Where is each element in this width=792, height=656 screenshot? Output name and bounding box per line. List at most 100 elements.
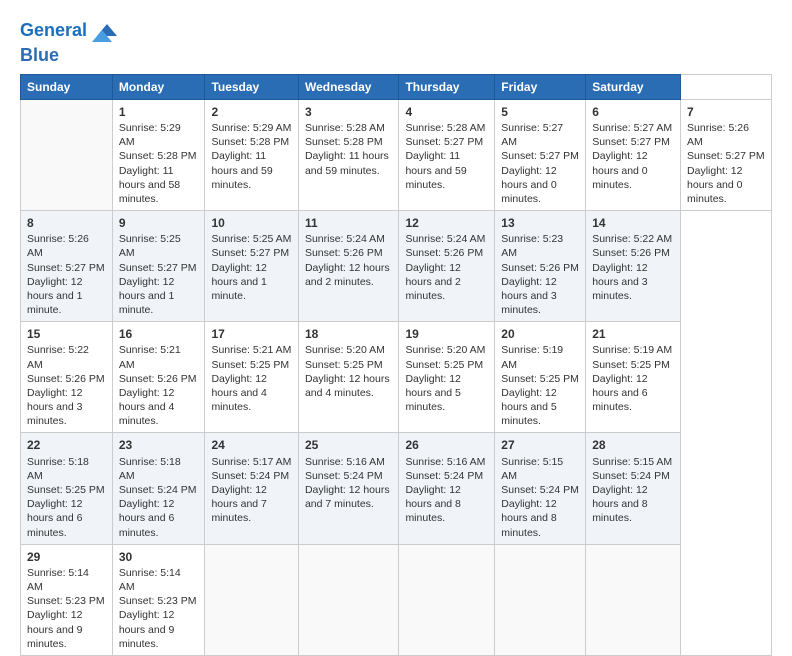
daylight-label: Daylight: 11 hours and 59 minutes. [405, 150, 466, 190]
week-row-5: 29Sunrise: 5:14 AMSunset: 5:23 PMDayligh… [21, 544, 772, 655]
sunrise-label: Sunrise: 5:21 AM [211, 344, 291, 356]
day-number: 5 [501, 104, 579, 120]
day-number: 20 [501, 326, 579, 342]
daylight-label: Daylight: 12 hours and 2 minutes. [405, 262, 460, 302]
daylight-label: Daylight: 12 hours and 6 minutes. [27, 498, 82, 538]
sunrise-label: Sunrise: 5:18 AM [119, 456, 181, 482]
sunrise-label: Sunrise: 5:16 AM [405, 456, 485, 468]
sunrise-label: Sunrise: 5:28 AM [305, 122, 385, 134]
sunrise-label: Sunrise: 5:19 AM [592, 344, 672, 356]
sunrise-label: Sunrise: 5:14 AM [27, 567, 89, 593]
sunset-label: Sunset: 5:26 PM [27, 373, 105, 385]
day-number: 13 [501, 215, 579, 231]
sunrise-label: Sunrise: 5:20 AM [305, 344, 385, 356]
sunset-label: Sunset: 5:24 PM [592, 470, 670, 482]
sunset-label: Sunset: 5:24 PM [305, 470, 383, 482]
col-header-monday: Monday [112, 74, 205, 99]
sunset-label: Sunset: 5:24 PM [119, 484, 197, 496]
calendar-table: SundayMondayTuesdayWednesdayThursdayFrid… [20, 74, 772, 656]
calendar-cell: 1Sunrise: 5:29 AMSunset: 5:28 PMDaylight… [112, 99, 205, 210]
col-header-saturday: Saturday [586, 74, 681, 99]
daylight-label: Daylight: 12 hours and 6 minutes. [119, 498, 174, 538]
sunset-label: Sunset: 5:24 PM [211, 470, 289, 482]
logo-text: General [20, 21, 87, 41]
calendar-cell: 22Sunrise: 5:18 AMSunset: 5:25 PMDayligh… [21, 433, 113, 544]
calendar-cell [21, 99, 113, 210]
week-row-3: 15Sunrise: 5:22 AMSunset: 5:26 PMDayligh… [21, 322, 772, 433]
day-number: 4 [405, 104, 488, 120]
day-number: 16 [119, 326, 199, 342]
day-number: 28 [592, 437, 674, 453]
sunrise-label: Sunrise: 5:18 AM [27, 456, 89, 482]
col-header-friday: Friday [495, 74, 586, 99]
logo-icon [89, 16, 119, 46]
day-number: 7 [687, 104, 765, 120]
page: General Blue SundayMondayTuesdayWednesda… [0, 0, 792, 612]
day-number: 24 [211, 437, 292, 453]
day-number: 29 [27, 549, 106, 565]
day-number: 25 [305, 437, 392, 453]
daylight-label: Daylight: 12 hours and 1 minute. [211, 262, 266, 302]
day-number: 11 [305, 215, 392, 231]
day-number: 18 [305, 326, 392, 342]
calendar-header-row: SundayMondayTuesdayWednesdayThursdayFrid… [21, 74, 772, 99]
sunrise-label: Sunrise: 5:27 AM [592, 122, 672, 134]
sunset-label: Sunset: 5:28 PM [211, 136, 289, 148]
day-number: 1 [119, 104, 199, 120]
calendar-cell: 20Sunrise: 5:19 AMSunset: 5:25 PMDayligh… [495, 322, 586, 433]
daylight-label: Daylight: 12 hours and 0 minutes. [501, 165, 556, 205]
calendar-cell: 13Sunrise: 5:23 AMSunset: 5:26 PMDayligh… [495, 211, 586, 322]
calendar-cell: 3Sunrise: 5:28 AMSunset: 5:28 PMDaylight… [298, 99, 398, 210]
day-number: 3 [305, 104, 392, 120]
calendar-cell: 9Sunrise: 5:25 AMSunset: 5:27 PMDaylight… [112, 211, 205, 322]
sunset-label: Sunset: 5:25 PM [405, 359, 483, 371]
sunrise-label: Sunrise: 5:24 AM [405, 233, 485, 245]
sunrise-label: Sunrise: 5:14 AM [119, 567, 181, 593]
sunrise-label: Sunrise: 5:20 AM [405, 344, 485, 356]
daylight-label: Daylight: 12 hours and 8 minutes. [501, 498, 556, 538]
calendar-cell [399, 544, 495, 655]
sunset-label: Sunset: 5:24 PM [501, 484, 579, 496]
sunset-label: Sunset: 5:23 PM [119, 595, 197, 607]
calendar-cell: 15Sunrise: 5:22 AMSunset: 5:26 PMDayligh… [21, 322, 113, 433]
sunrise-label: Sunrise: 5:23 AM [501, 233, 563, 259]
day-number: 21 [592, 326, 674, 342]
calendar-cell: 26Sunrise: 5:16 AMSunset: 5:24 PMDayligh… [399, 433, 495, 544]
day-number: 8 [27, 215, 106, 231]
sunset-label: Sunset: 5:27 PM [687, 150, 765, 162]
daylight-label: Daylight: 11 hours and 59 minutes. [305, 150, 389, 176]
week-row-1: 1Sunrise: 5:29 AMSunset: 5:28 PMDaylight… [21, 99, 772, 210]
calendar-cell: 16Sunrise: 5:21 AMSunset: 5:26 PMDayligh… [112, 322, 205, 433]
col-header-tuesday: Tuesday [205, 74, 299, 99]
daylight-label: Daylight: 12 hours and 8 minutes. [592, 484, 647, 524]
calendar-cell: 17Sunrise: 5:21 AMSunset: 5:25 PMDayligh… [205, 322, 299, 433]
calendar-body: 1Sunrise: 5:29 AMSunset: 5:28 PMDaylight… [21, 99, 772, 655]
sunset-label: Sunset: 5:27 PM [211, 247, 289, 259]
calendar-cell [495, 544, 586, 655]
calendar-cell: 27Sunrise: 5:15 AMSunset: 5:24 PMDayligh… [495, 433, 586, 544]
daylight-label: Daylight: 12 hours and 7 minutes. [211, 484, 266, 524]
sunset-label: Sunset: 5:28 PM [119, 150, 197, 162]
sunset-label: Sunset: 5:25 PM [592, 359, 670, 371]
sunrise-label: Sunrise: 5:15 AM [501, 456, 563, 482]
daylight-label: Daylight: 12 hours and 0 minutes. [592, 150, 647, 190]
sunset-label: Sunset: 5:25 PM [501, 373, 579, 385]
sunrise-label: Sunrise: 5:25 AM [119, 233, 181, 259]
calendar-cell: 30Sunrise: 5:14 AMSunset: 5:23 PMDayligh… [112, 544, 205, 655]
daylight-label: Daylight: 12 hours and 4 minutes. [305, 373, 390, 399]
day-number: 12 [405, 215, 488, 231]
daylight-label: Daylight: 12 hours and 4 minutes. [119, 387, 174, 427]
week-row-2: 8Sunrise: 5:26 AMSunset: 5:27 PMDaylight… [21, 211, 772, 322]
sunset-label: Sunset: 5:26 PM [305, 247, 383, 259]
calendar-cell [298, 544, 398, 655]
calendar-cell: 29Sunrise: 5:14 AMSunset: 5:23 PMDayligh… [21, 544, 113, 655]
calendar-cell: 14Sunrise: 5:22 AMSunset: 5:26 PMDayligh… [586, 211, 681, 322]
col-header-wednesday: Wednesday [298, 74, 398, 99]
calendar-cell [205, 544, 299, 655]
sunset-label: Sunset: 5:24 PM [405, 470, 483, 482]
day-number: 19 [405, 326, 488, 342]
calendar-cell: 12Sunrise: 5:24 AMSunset: 5:26 PMDayligh… [399, 211, 495, 322]
daylight-label: Daylight: 12 hours and 4 minutes. [211, 373, 266, 413]
daylight-label: Daylight: 12 hours and 5 minutes. [501, 387, 556, 427]
sunrise-label: Sunrise: 5:26 AM [687, 122, 749, 148]
